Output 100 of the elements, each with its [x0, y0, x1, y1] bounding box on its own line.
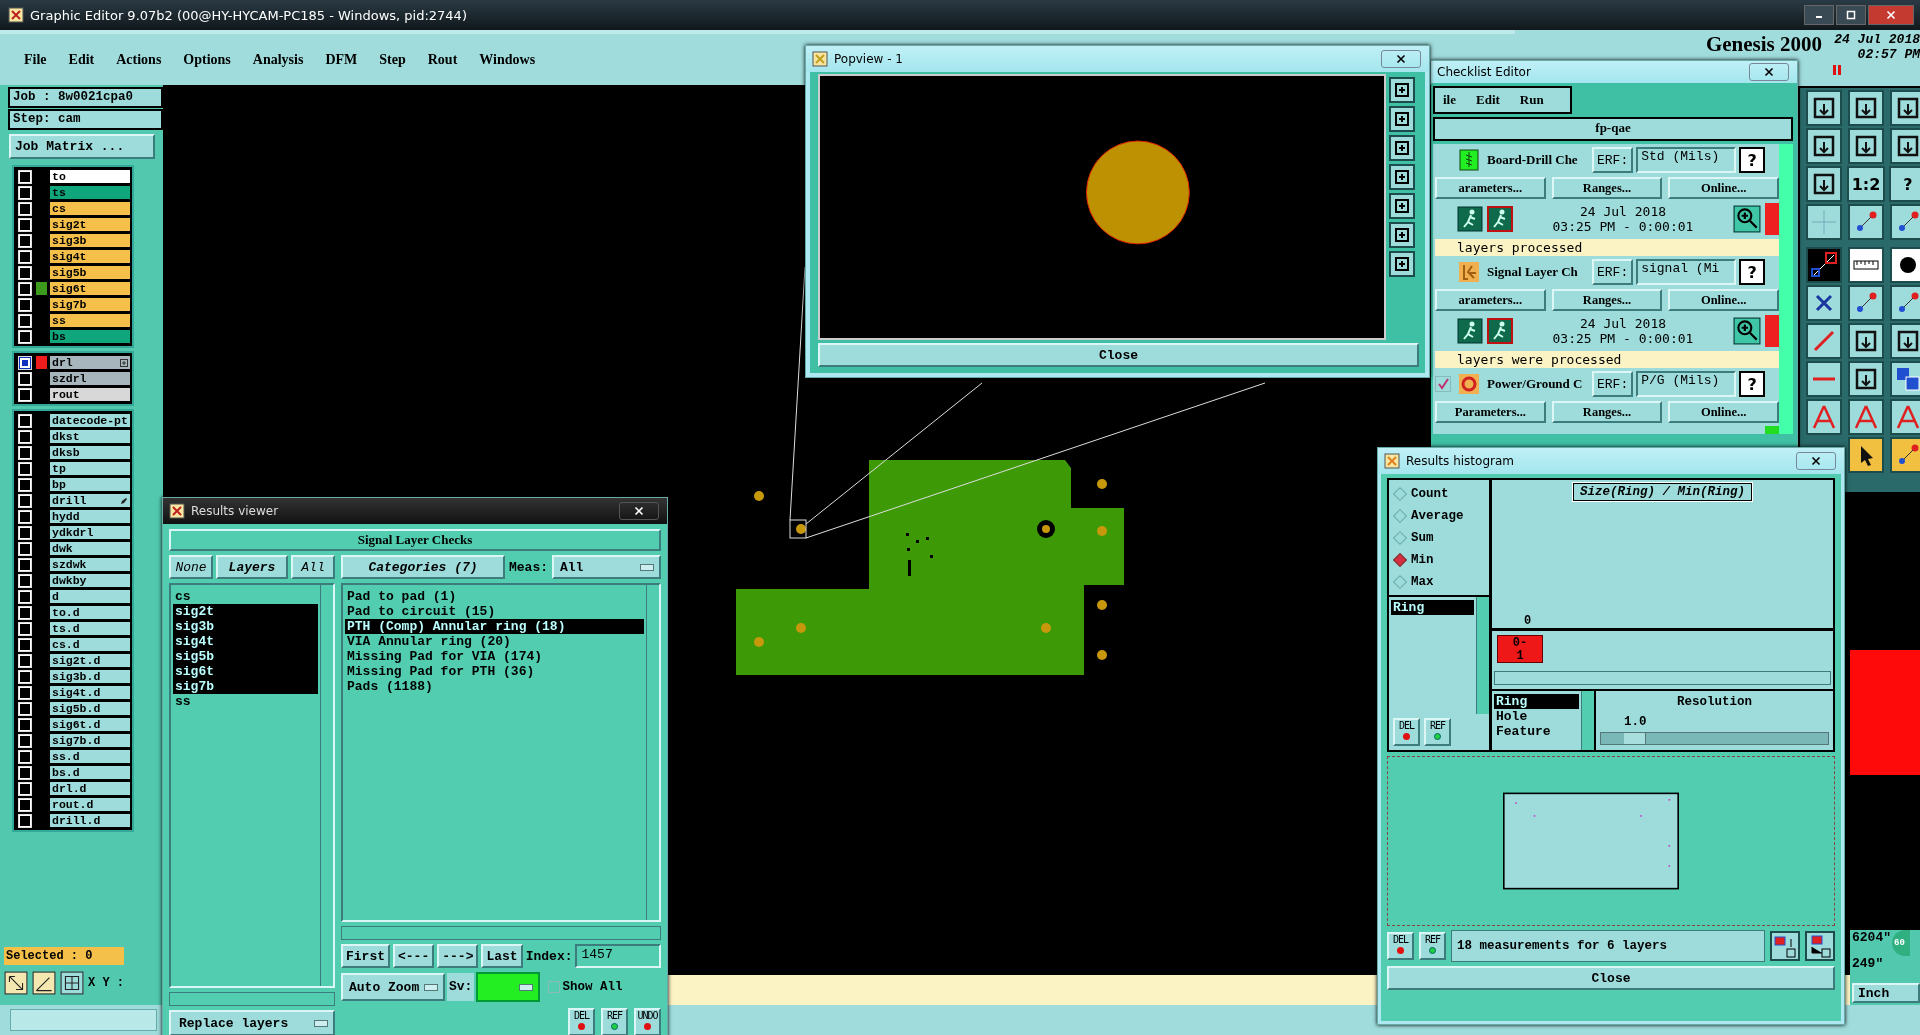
action-button[interactable]: Ranges... [1551, 401, 1663, 423]
running-figure-icon[interactable] [1487, 318, 1513, 344]
erf-field[interactable]: P/G (Mils) [1636, 371, 1737, 397]
close-button[interactable]: Close [818, 343, 1419, 367]
ruler-icon[interactable] [1847, 247, 1885, 283]
zoom-in-icon[interactable] [1733, 205, 1761, 233]
layer-name[interactable]: sig6t [49, 281, 131, 296]
layer-name[interactable]: sig7b [49, 297, 131, 312]
layer-filter-button[interactable]: All [291, 555, 335, 579]
action-button[interactable]: Online... [1668, 289, 1779, 311]
action-button[interactable]: UNDO [634, 1008, 661, 1035]
connect-dots-icon[interactable] [1847, 285, 1885, 321]
layer-list-item[interactable]: sig2t [173, 604, 318, 619]
index-field[interactable]: 1457 [575, 944, 661, 968]
grid-icon[interactable] [60, 971, 84, 995]
action-button[interactable]: REF [1424, 718, 1451, 746]
erf-field[interactable]: Std (Mils) [1636, 147, 1737, 173]
layer-list-item[interactable]: sig3b [173, 619, 318, 634]
close-button[interactable] [619, 502, 659, 520]
running-figure-icon[interactable] [1457, 318, 1483, 344]
layer-name[interactable]: dkst [49, 429, 131, 444]
navigation-button[interactable]: First [341, 944, 390, 968]
layer-name[interactable]: szdwk [49, 557, 131, 572]
categories-button[interactable]: Categories (7) [341, 555, 505, 579]
category-list-item[interactable]: Missing Pad for VIA (174) [345, 649, 644, 664]
layer-filter-button[interactable]: None [169, 555, 213, 579]
action-button[interactable]: Online... [1668, 401, 1779, 423]
action-button[interactable]: Ranges... [1551, 177, 1663, 199]
action-button[interactable]: DEL [568, 1008, 595, 1035]
squares-icon[interactable] [1889, 361, 1920, 397]
layer-name[interactable]: ts.d [49, 621, 131, 636]
menu-item[interactable]: Edit [1476, 92, 1500, 108]
help-button[interactable]: ? [1739, 259, 1766, 285]
pointer-net-icon[interactable] [1889, 437, 1920, 473]
layer-list-item[interactable]: sig5b [173, 649, 318, 664]
menu-item[interactable]: File [24, 51, 47, 68]
menu-item[interactable]: Step [379, 51, 406, 68]
chart-import-icon[interactable] [1805, 931, 1835, 961]
action-button[interactable]: arameters... [1435, 177, 1546, 199]
layer-name[interactable]: ydkdrl [49, 525, 131, 540]
layer-name[interactable]: sig4t.d [49, 685, 131, 700]
cross-icon[interactable] [1805, 285, 1843, 321]
layer-name[interactable]: datecode-pt [49, 413, 131, 428]
navigation-button[interactable]: Last [481, 944, 523, 968]
close-button[interactable] [1749, 63, 1789, 81]
action-button[interactable]: REF [601, 1008, 628, 1035]
action-button[interactable]: REF [1419, 932, 1446, 960]
layer-filter-button[interactable]: Layers [216, 555, 288, 579]
layer-list-item[interactable]: sig7b [173, 679, 318, 694]
layer-name[interactable]: cs [49, 201, 131, 216]
menu-item[interactable]: Analysis [252, 51, 304, 68]
layer-list-item[interactable]: ss [173, 694, 318, 709]
attribute-list-item[interactable]: Ring [1391, 600, 1474, 615]
scrollbar[interactable] [1581, 691, 1594, 750]
layer-name[interactable]: to.d [49, 605, 131, 620]
menu-item[interactable]: DFM [325, 51, 358, 68]
net-icon[interactable] [1847, 204, 1885, 240]
category-list-item[interactable]: Pad to pad (1) [345, 589, 644, 604]
menu-item[interactable]: Options [183, 51, 231, 68]
help-button[interactable]: ? [1739, 371, 1766, 397]
field-list-item[interactable]: Hole [1494, 709, 1579, 724]
line-box-icon[interactable] [1805, 247, 1843, 283]
help-button[interactable]: ? [1739, 147, 1766, 173]
running-figure-icon[interactable] [1457, 206, 1483, 232]
category-list-item[interactable]: Pad to circuit (15) [345, 604, 644, 619]
close-button[interactable] [1796, 452, 1836, 470]
scrollbar[interactable] [1476, 597, 1489, 714]
action-button[interactable]: DEL [1393, 718, 1420, 746]
scrollbar[interactable] [341, 926, 661, 940]
angle-icon[interactable] [32, 971, 56, 995]
meas-dropdown[interactable]: All [552, 555, 661, 579]
menu-item[interactable]: Run [1519, 92, 1544, 108]
units-dropdown[interactable]: Inch [1852, 983, 1920, 1003]
close-button[interactable]: Close [1387, 966, 1835, 990]
layer-checkbox[interactable] [18, 355, 32, 370]
category-list-item[interactable]: Missing Pad for PTH (36) [345, 664, 644, 679]
layer-name[interactable]: dksb [49, 445, 131, 460]
layer-name[interactable]: drl.d [49, 781, 131, 796]
action-checkbox[interactable] [1435, 376, 1451, 392]
action-button[interactable]: Parameters... [1435, 401, 1546, 423]
layer-name[interactable]: drill.d [49, 813, 131, 828]
field-list-item[interactable]: Ring [1494, 694, 1579, 709]
menu-item[interactable]: Actions [116, 51, 162, 68]
layer-list-item[interactable]: sig4t [173, 634, 318, 649]
layer-name[interactable]: sig2t.d [49, 653, 131, 668]
show-all-checkbox[interactable] [548, 981, 561, 993]
layer-name[interactable]: rout [49, 387, 131, 402]
layer-name[interactable]: hydd [49, 509, 131, 524]
running-figure-icon[interactable] [1487, 206, 1513, 232]
chart-export-icon[interactable] [1770, 931, 1800, 961]
layer-name[interactable]: bs [49, 329, 131, 344]
grid-icon[interactable] [1805, 204, 1843, 240]
erf-field[interactable]: signal (Mi [1636, 259, 1737, 285]
menu-item[interactable]: Rout [427, 51, 458, 68]
menu-item[interactable]: ile [1443, 92, 1456, 108]
command-field[interactable] [10, 1009, 157, 1031]
layer-name[interactable]: drl [49, 355, 131, 370]
category-list-item[interactable]: Pads (1188) [345, 679, 644, 694]
layer-name[interactable]: sig3b.d [49, 669, 131, 684]
scrollbar[interactable] [1494, 671, 1831, 685]
